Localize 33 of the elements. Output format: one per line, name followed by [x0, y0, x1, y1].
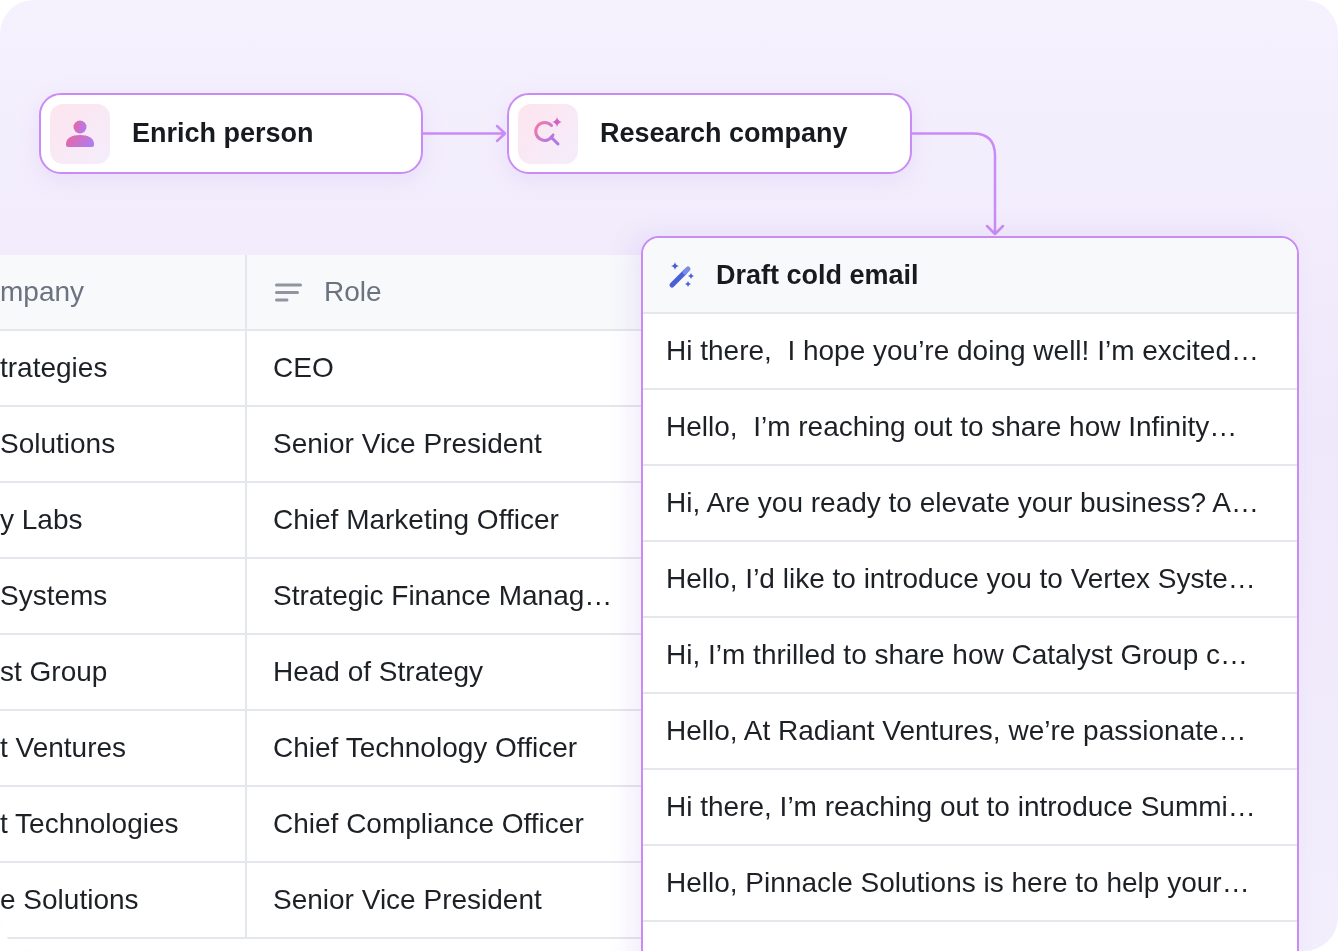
magic-wand-icon [668, 261, 696, 289]
table-cell: t Ventures [0, 732, 127, 764]
table-cell: CEO [273, 352, 334, 384]
table-cell: Solutions [0, 428, 116, 460]
email-preview: Hello, I’m reaching out to share how Infinity… [643, 390, 1297, 466]
table-cell: y Labs [0, 504, 83, 536]
text-lines-icon [275, 282, 302, 302]
sparkle-magnifier-icon [518, 103, 578, 164]
step-node[interactable]: Enrich person [39, 93, 423, 174]
person-icon [50, 103, 110, 164]
email-preview: Hi there, I’m reaching out to introduce Summi… [643, 770, 1297, 846]
table-cell: e Solutions [0, 884, 139, 916]
column-title[interactable]: mpany [0, 276, 85, 308]
table-cell: Systems [0, 580, 108, 612]
column-title[interactable]: Role [324, 276, 382, 308]
table-cell: Chief Technology Officer [273, 732, 578, 764]
email-preview: Hi, I’m thrilled to share how Catalyst Group c… [643, 618, 1297, 694]
email-preview: Hello, Pinnacle Solutions is here to help your… [643, 846, 1297, 922]
table-cell: Strategic Finance Manag… [273, 580, 613, 612]
table-cell: Chief Compliance Officer [273, 808, 584, 840]
email-preview: Hi, Are you ready to elevate your business? A… [643, 466, 1297, 542]
table-cell: Head of Strategy [273, 656, 484, 688]
table-cell: Chief Marketing Officer [273, 504, 559, 536]
email-preview: Hello, At Radiant Ventures, we’re passionate… [643, 694, 1297, 770]
table-cell: Senior Vice President [273, 884, 542, 916]
step-node[interactable]: Research company [507, 93, 912, 174]
table-cell: t Technologies [0, 808, 179, 840]
email-preview: Hi there, I hope you’re doing well! I’m excited… [643, 314, 1297, 390]
table-cell: st Group [0, 656, 108, 688]
table-cell: trategies [0, 352, 108, 384]
panel-title: Draft cold email [716, 259, 919, 291]
email-preview: Hello, I’d like to introduce you to Vertex Syste… [643, 542, 1297, 618]
table-cell: Senior Vice President [273, 428, 542, 460]
